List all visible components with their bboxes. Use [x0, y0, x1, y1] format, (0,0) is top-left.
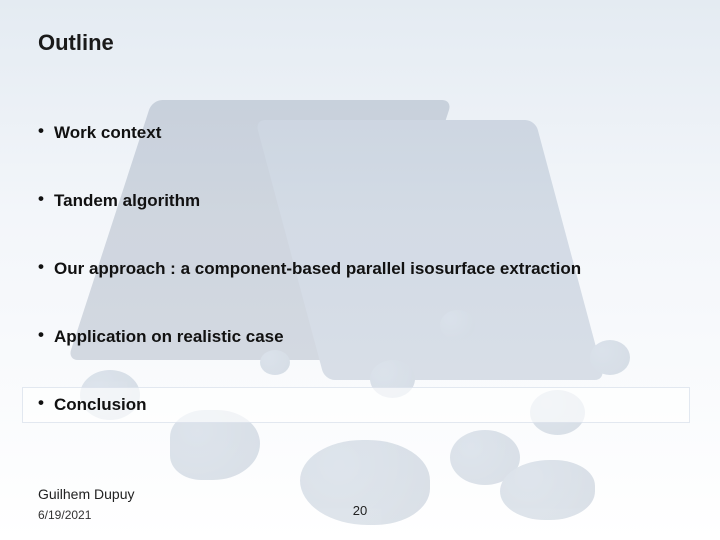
- outline-item: Application on realistic case: [30, 319, 690, 355]
- outline-list: Work context Tandem algorithm Our approa…: [30, 115, 690, 455]
- footer-author: Guilhem Dupuy: [38, 486, 135, 502]
- slide-title: Outline: [38, 30, 114, 56]
- slide: Outline Work context Tandem algorithm Ou…: [0, 0, 720, 540]
- outline-item-current: Conclusion: [22, 387, 690, 423]
- outline-item: Work context: [30, 115, 690, 151]
- footer-page-number: 20: [0, 503, 720, 518]
- outline-item: Our approach : a component-based paralle…: [30, 251, 690, 287]
- outline-item: Tandem algorithm: [30, 183, 690, 219]
